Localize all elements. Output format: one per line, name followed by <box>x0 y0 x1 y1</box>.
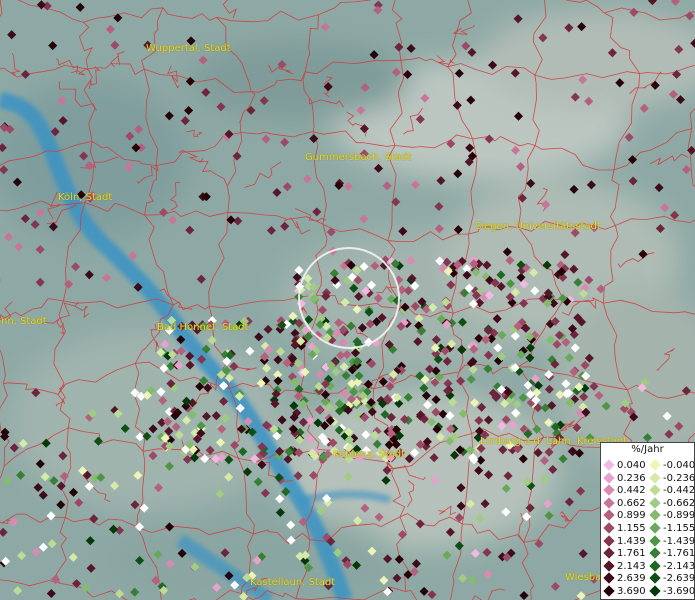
legend-swatch <box>649 509 661 522</box>
city-label: Bonn, Stadt <box>0 316 47 327</box>
legend-swatch <box>603 484 615 496</box>
legend-value: -0.899 <box>663 510 695 522</box>
terrain-layer <box>0 0 695 600</box>
legend-swatch <box>603 585 615 597</box>
map-canvas[interactable] <box>0 0 695 600</box>
legend-value: 0.662 <box>617 497 646 509</box>
city-label: Köln, Stadt <box>58 192 113 203</box>
city-label: Siegen, Universitätsstadt <box>475 221 601 232</box>
legend-swatch <box>649 572 661 585</box>
legend-swatch <box>649 497 661 509</box>
legend-value: -0.236 <box>663 472 695 484</box>
legend-value: 1.761 <box>617 548 646 560</box>
legend: %/Jahr 0.040 -0.040 0.236 -0.236 0.442 -0.442… <box>600 442 695 600</box>
legend-swatch <box>649 484 661 496</box>
legend-value: -0.040 <box>663 460 695 471</box>
legend-swatch <box>603 560 615 572</box>
legend-value: 0.442 <box>617 485 646 497</box>
legend-swatch <box>603 572 615 585</box>
legend-value: 0.040 <box>617 460 646 471</box>
legend-swatch <box>603 547 615 559</box>
legend-swatch <box>649 547 661 559</box>
legend-value: -0.442 <box>663 485 695 497</box>
city-label: Koblenz, Stadt <box>333 449 406 460</box>
legend-value: 2.639 <box>617 573 646 585</box>
legend-swatch <box>649 522 661 534</box>
legend-value: -2.639 <box>663 573 695 585</box>
legend-value: 3.690 <box>617 586 646 597</box>
legend-swatch <box>603 459 615 471</box>
legend-swatch <box>649 534 661 547</box>
legend-title: %/Jahr <box>631 444 664 455</box>
legend-swatch <box>603 522 615 534</box>
legend-value: 2.143 <box>617 560 646 572</box>
legend-value: -1.155 <box>663 523 695 534</box>
legend-swatch <box>603 509 615 522</box>
city-label: Gummersbach, Stadt <box>305 152 412 163</box>
legend-value: 1.439 <box>617 535 646 547</box>
legend-swatch <box>649 560 661 572</box>
legend-swatch <box>649 459 661 471</box>
map-view[interactable]: Wuppertal, Stadt Gummersbach, Stadt Köln… <box>0 0 695 600</box>
city-label: Bad Honnef, Stadt <box>157 322 249 333</box>
legend-swatch <box>649 585 661 597</box>
legend-value: -1.439 <box>663 535 695 547</box>
legend-value: -3.690 <box>663 586 695 597</box>
legend-value: -1.761 <box>663 548 695 560</box>
city-label: Wuppertal, Stadt <box>146 43 231 54</box>
legend-value: -0.662 <box>663 497 695 509</box>
legend-swatch <box>603 534 615 547</box>
legend-value: 0.236 <box>617 472 646 484</box>
legend-swatch <box>649 471 661 484</box>
legend-swatch <box>603 471 615 484</box>
legend-swatch <box>603 497 615 509</box>
city-label: Kastellaun, Stadt <box>250 577 336 588</box>
legend-value: -2.143 <box>663 560 695 572</box>
legend-value: 0.899 <box>617 510 646 522</box>
legend-value: 1.155 <box>617 523 646 534</box>
